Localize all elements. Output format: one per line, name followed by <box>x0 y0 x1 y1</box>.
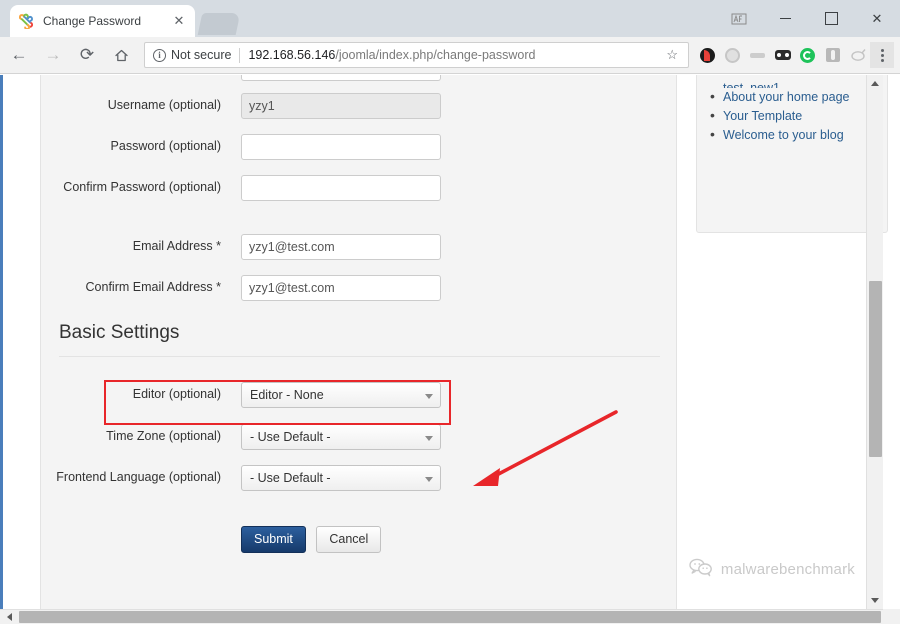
email-label: Email Address * <box>132 239 221 253</box>
page-viewport: Username (optional) yzy1 Password (optio… <box>0 75 900 624</box>
confirm-email-label: Confirm Email Address * <box>85 280 221 294</box>
change-password-panel: Username (optional) yzy1 Password (optio… <box>40 75 677 624</box>
frontend-language-select-value: - Use Default - <box>250 471 331 485</box>
reload-icon[interactable]: ⟳ <box>72 40 102 70</box>
editor-select[interactable]: Editor - None <box>241 382 441 408</box>
joomla-icon <box>18 13 34 31</box>
extension-icon-4[interactable] <box>770 42 795 68</box>
window-controls: ✕ <box>724 0 900 37</box>
timezone-label: Time Zone (optional) <box>106 429 221 443</box>
scroll-up-icon[interactable] <box>867 75 883 92</box>
horizontal-scrollbar[interactable] <box>0 609 900 624</box>
editor-label: Editor (optional) <box>132 387 221 401</box>
tab-title: Change Password <box>43 14 142 28</box>
close-tab-icon[interactable]: ✕ <box>171 13 187 29</box>
chevron-down-icon <box>425 394 433 399</box>
security-status: Not secure <box>171 48 232 62</box>
page-content: Username (optional) yzy1 Password (optio… <box>3 75 888 624</box>
scrollbar-corner <box>883 609 900 624</box>
chevron-down-icon <box>425 477 433 482</box>
browser-window: Change Password ✕ ✕ ← → ⟳ i Not secure 1… <box>0 0 900 624</box>
extension-icon-3[interactable] <box>745 42 770 68</box>
list-item[interactable]: About your home page <box>710 87 879 107</box>
browser-tab[interactable]: Change Password ✕ <box>10 5 195 37</box>
list-item[interactable]: test_new1 <box>723 79 879 88</box>
form-row-confirm-email: Confirm Email Address * yzy1@test.com <box>41 275 678 301</box>
chrome-menu-icon[interactable] <box>870 42 894 68</box>
extension-tray <box>695 37 900 73</box>
extension-icon-7[interactable] <box>845 42 870 68</box>
form-actions: Submit Cancel <box>241 526 382 553</box>
cancel-button[interactable]: Cancel <box>316 526 382 553</box>
home-icon[interactable] <box>106 40 136 70</box>
form-row-frontend-language: Frontend Language (optional) - Use Defau… <box>41 465 678 491</box>
frontend-language-label: Frontend Language (optional) <box>56 470 221 484</box>
basic-settings-heading: Basic Settings <box>59 322 180 343</box>
form-row-clipped <box>41 75 678 81</box>
omnibox-divider <box>239 47 241 63</box>
user-icon[interactable] <box>724 0 754 37</box>
confirm-password-field[interactable] <box>241 175 441 201</box>
sidebar-link-label: Your Template <box>723 109 803 123</box>
form-row-password: Password (optional) <box>41 134 678 160</box>
extension-icon-5[interactable] <box>795 42 820 68</box>
sidebar-module: test_new1 About your home page Your Temp… <box>696 75 888 233</box>
extension-icon-1[interactable] <box>695 42 720 68</box>
form-row-editor: Editor (optional) Editor - None <box>41 382 678 408</box>
extension-icon-2[interactable] <box>720 42 745 68</box>
form-row-confirm-password: Confirm Password (optional) <box>41 175 678 201</box>
section-divider <box>59 356 660 357</box>
email-field[interactable]: yzy1@test.com <box>241 234 441 260</box>
maximize-button[interactable] <box>808 0 854 37</box>
username-field[interactable]: yzy1 <box>241 93 441 119</box>
bookmark-star-icon[interactable]: ☆ <box>666 47 680 63</box>
submit-button[interactable]: Submit <box>241 526 306 553</box>
password-label: Password (optional) <box>110 139 221 153</box>
browser-toolbar: ← → ⟳ i Not secure 192.168.56.146 /jooml… <box>0 37 900 74</box>
form-row-timezone: Time Zone (optional) - Use Default - <box>41 424 678 450</box>
editor-select-value: Editor - None <box>250 388 324 402</box>
horizontal-scroll-thumb[interactable] <box>19 611 881 623</box>
name-field[interactable] <box>241 75 441 81</box>
scroll-down-icon[interactable] <box>867 592 883 609</box>
sidebar-link-list: test_new1 About your home page Your Temp… <box>705 79 879 145</box>
confirm-email-field[interactable]: yzy1@test.com <box>241 275 441 301</box>
watermark-text: malwarebenchmark <box>720 560 855 578</box>
tab-strip: Change Password ✕ ✕ <box>0 0 900 37</box>
password-field[interactable] <box>241 134 441 160</box>
vertical-scroll-thumb[interactable] <box>869 281 882 457</box>
timezone-select[interactable]: - Use Default - <box>241 424 441 450</box>
chevron-down-icon <box>425 436 433 441</box>
url-host: 192.168.56.146 <box>248 48 336 62</box>
frontend-language-select[interactable]: - Use Default - <box>241 465 441 491</box>
address-bar[interactable]: i Not secure 192.168.56.146 /joomla/inde… <box>144 42 689 68</box>
form-row-username: Username (optional) yzy1 <box>41 93 678 119</box>
new-tab-button[interactable] <box>197 13 241 35</box>
list-item[interactable]: Your Template <box>710 106 879 126</box>
timezone-select-value: - Use Default - <box>250 430 331 444</box>
username-label: Username (optional) <box>107 98 221 112</box>
vertical-scrollbar[interactable] <box>866 75 883 609</box>
sidebar-link-label: About your home page <box>723 90 850 104</box>
forward-icon[interactable]: → <box>38 40 68 70</box>
info-icon: i <box>153 48 166 62</box>
url-path: /joomla/index.php/change-password <box>335 48 536 62</box>
watermark: malwarebenchmark <box>689 557 855 581</box>
extension-icon-6[interactable] <box>820 42 845 68</box>
sidebar-link-label: test_new1 <box>723 81 780 88</box>
wechat-icon <box>689 557 713 581</box>
list-item[interactable]: Welcome to your blog <box>710 125 879 145</box>
form-row-email: Email Address * yzy1@test.com <box>41 234 678 260</box>
close-window-button[interactable]: ✕ <box>854 0 900 37</box>
minimize-button[interactable] <box>762 0 808 37</box>
sidebar-link-label: Welcome to your blog <box>723 128 844 142</box>
scroll-left-icon[interactable] <box>2 610 17 624</box>
back-icon[interactable]: ← <box>4 40 34 70</box>
confirm-password-label: Confirm Password (optional) <box>63 180 221 194</box>
